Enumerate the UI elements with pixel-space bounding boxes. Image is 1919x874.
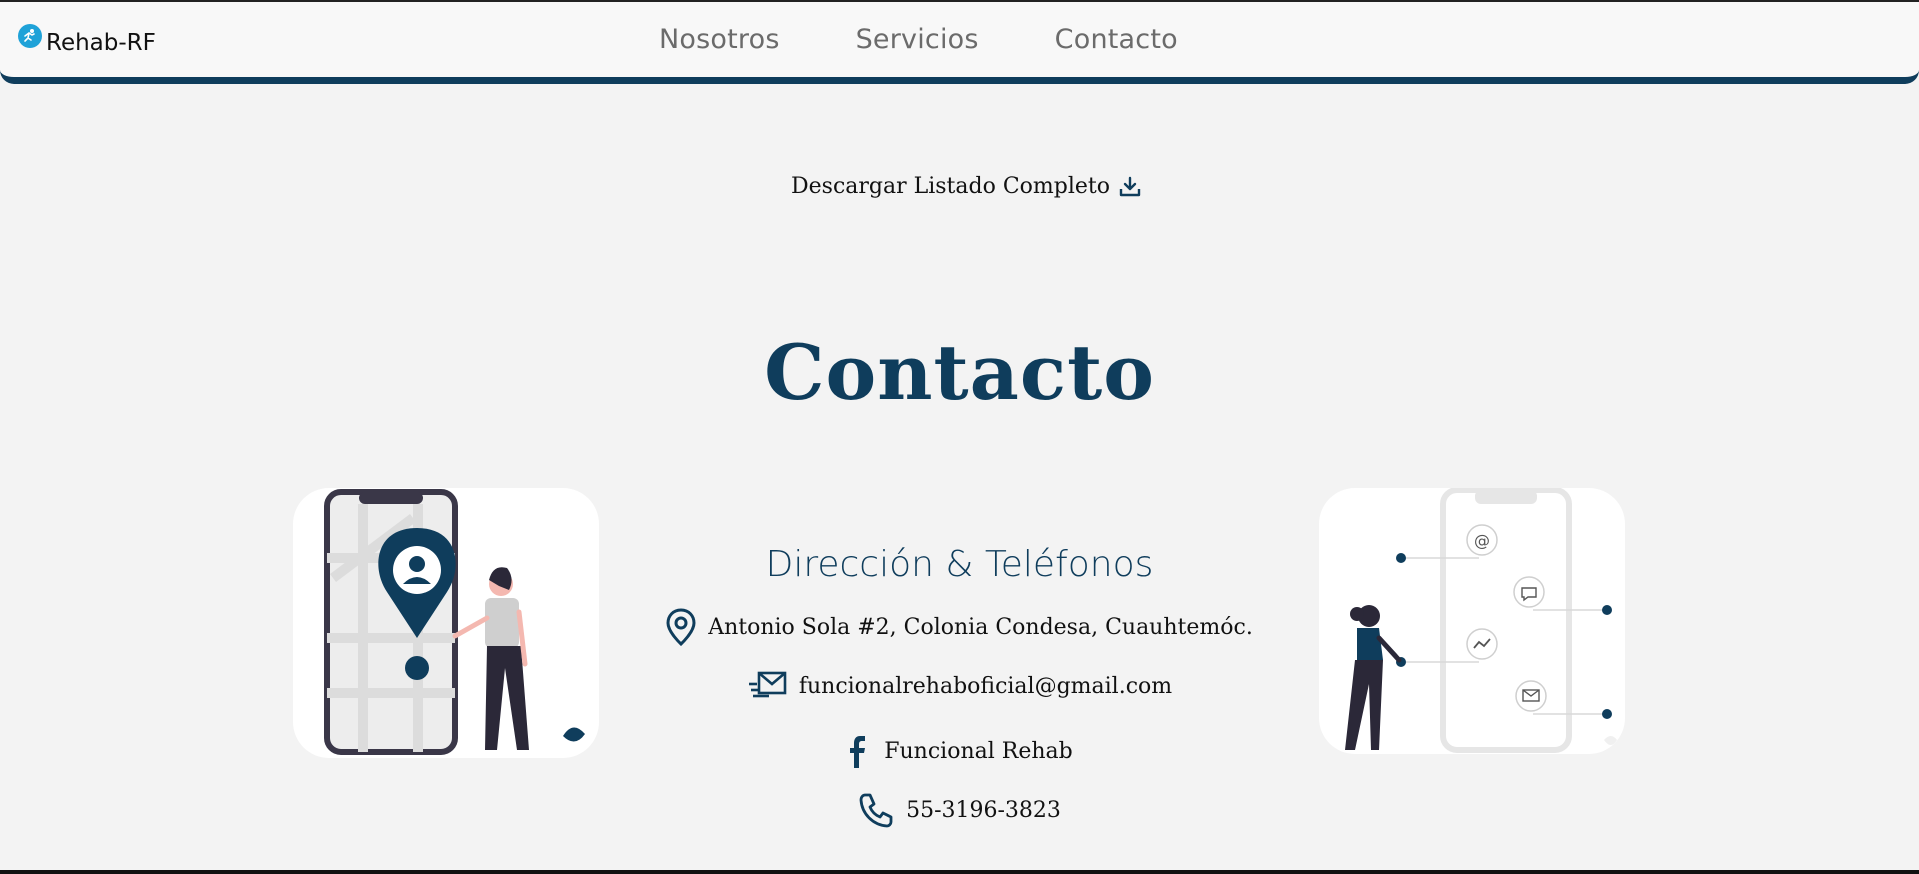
page-title: Contacto: [764, 328, 1155, 417]
runner-logo-icon: [18, 24, 42, 48]
brand[interactable]: Rehab-RF: [18, 24, 156, 56]
facebook-icon: [846, 732, 872, 770]
address-row: Antonio Sola #2, Colonia Condesa, Cuauht…: [0, 608, 1919, 646]
nav-links: Nosotros Servicios Contacto: [659, 24, 1254, 55]
download-label: Descargar Listado Completo: [791, 174, 1110, 199]
map-pin-icon: [666, 608, 696, 646]
nav-link-servicios[interactable]: Servicios: [856, 24, 979, 55]
download-icon: [1119, 176, 1141, 196]
phone-icon: [858, 792, 894, 828]
phone-row[interactable]: 55-3196-3823: [0, 792, 1919, 828]
email-text: funcionalrehaboficial@gmail.com: [798, 673, 1173, 699]
email-icon: [747, 670, 787, 702]
nav-link-nosotros[interactable]: Nosotros: [659, 24, 780, 55]
address-text: Antonio Sola #2, Colonia Condesa, Cuauht…: [708, 614, 1253, 640]
brand-name: Rehab-RF: [46, 30, 156, 56]
facebook-text: Funcional Rehab: [884, 738, 1073, 764]
contact-app-illustration: @: [1319, 488, 1625, 754]
nav-link-contacto[interactable]: Contacto: [1055, 24, 1178, 55]
email-row[interactable]: funcionalrehaboficial@gmail.com: [0, 670, 1919, 702]
download-list-link[interactable]: Descargar Listado Completo: [791, 174, 1142, 199]
phone-text: 55-3196-3823: [906, 797, 1061, 823]
facebook-row[interactable]: Funcional Rehab: [0, 732, 1919, 770]
top-navbar: Rehab-RF Nosotros Servicios Contacto: [0, 2, 1919, 84]
contact-subtitle: Dirección & Teléfonos: [765, 544, 1154, 585]
svg-text:@: @: [1474, 531, 1490, 550]
bottom-border: [0, 870, 1919, 874]
